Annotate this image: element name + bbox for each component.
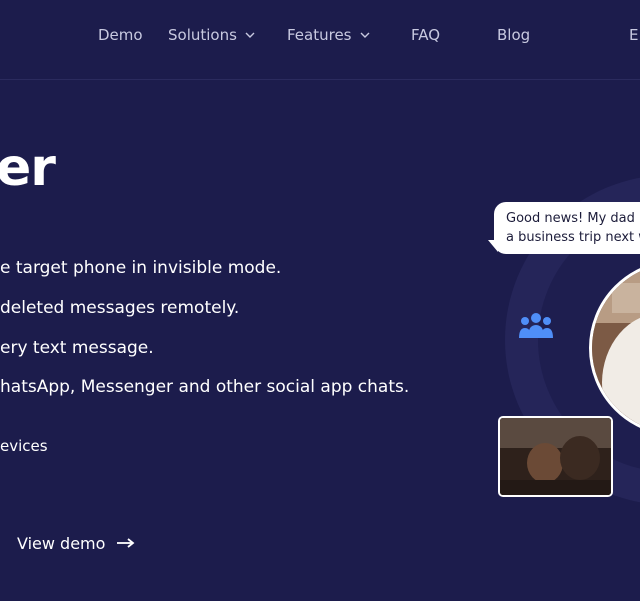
feature-item: ery text message. <box>0 338 154 358</box>
language-selector[interactable]: E <box>629 24 638 46</box>
chat-bubble: Good news! My dad a business trip next w <box>494 202 640 254</box>
hero-headline: er <box>0 138 56 198</box>
feature-item: deleted messages remotely. <box>0 298 240 318</box>
nav-item-demo[interactable]: Demo <box>98 24 143 46</box>
nav-item-features[interactable]: Features <box>287 24 370 46</box>
chat-bubble-line: Good news! My dad <box>506 211 635 226</box>
nav-item-label: Demo <box>98 26 143 44</box>
top-navigation: Demo Solutions Features FAQ Blog E <box>0 0 640 80</box>
nav-item-solutions[interactable]: Solutions <box>168 24 255 46</box>
feature-item: e target phone in invisible mode. <box>0 258 282 278</box>
nav-item-label: Solutions <box>168 26 237 44</box>
nav-item-label: Blog <box>497 26 531 44</box>
page: Demo Solutions Features FAQ Blog E er e … <box>0 0 640 601</box>
arrow-right-icon <box>117 534 135 553</box>
view-demo-label: View demo <box>17 534 106 553</box>
chevron-down-icon <box>360 30 370 40</box>
view-demo-link[interactable]: View demo <box>17 534 135 553</box>
chevron-down-icon <box>245 30 255 40</box>
nav-item-label: Features <box>287 26 352 44</box>
couple-photo <box>498 416 613 497</box>
people-icon <box>519 311 553 339</box>
nav-item-blog[interactable]: Blog <box>497 24 530 46</box>
language-label: E <box>629 26 639 44</box>
nav-item-faq[interactable]: FAQ <box>411 24 440 46</box>
feature-item: hatsApp, Messenger and other social app … <box>0 377 410 397</box>
supported-devices-text: evices <box>0 437 48 455</box>
chat-bubble-line: a business trip next w <box>506 230 640 245</box>
nav-item-label: FAQ <box>411 26 441 44</box>
